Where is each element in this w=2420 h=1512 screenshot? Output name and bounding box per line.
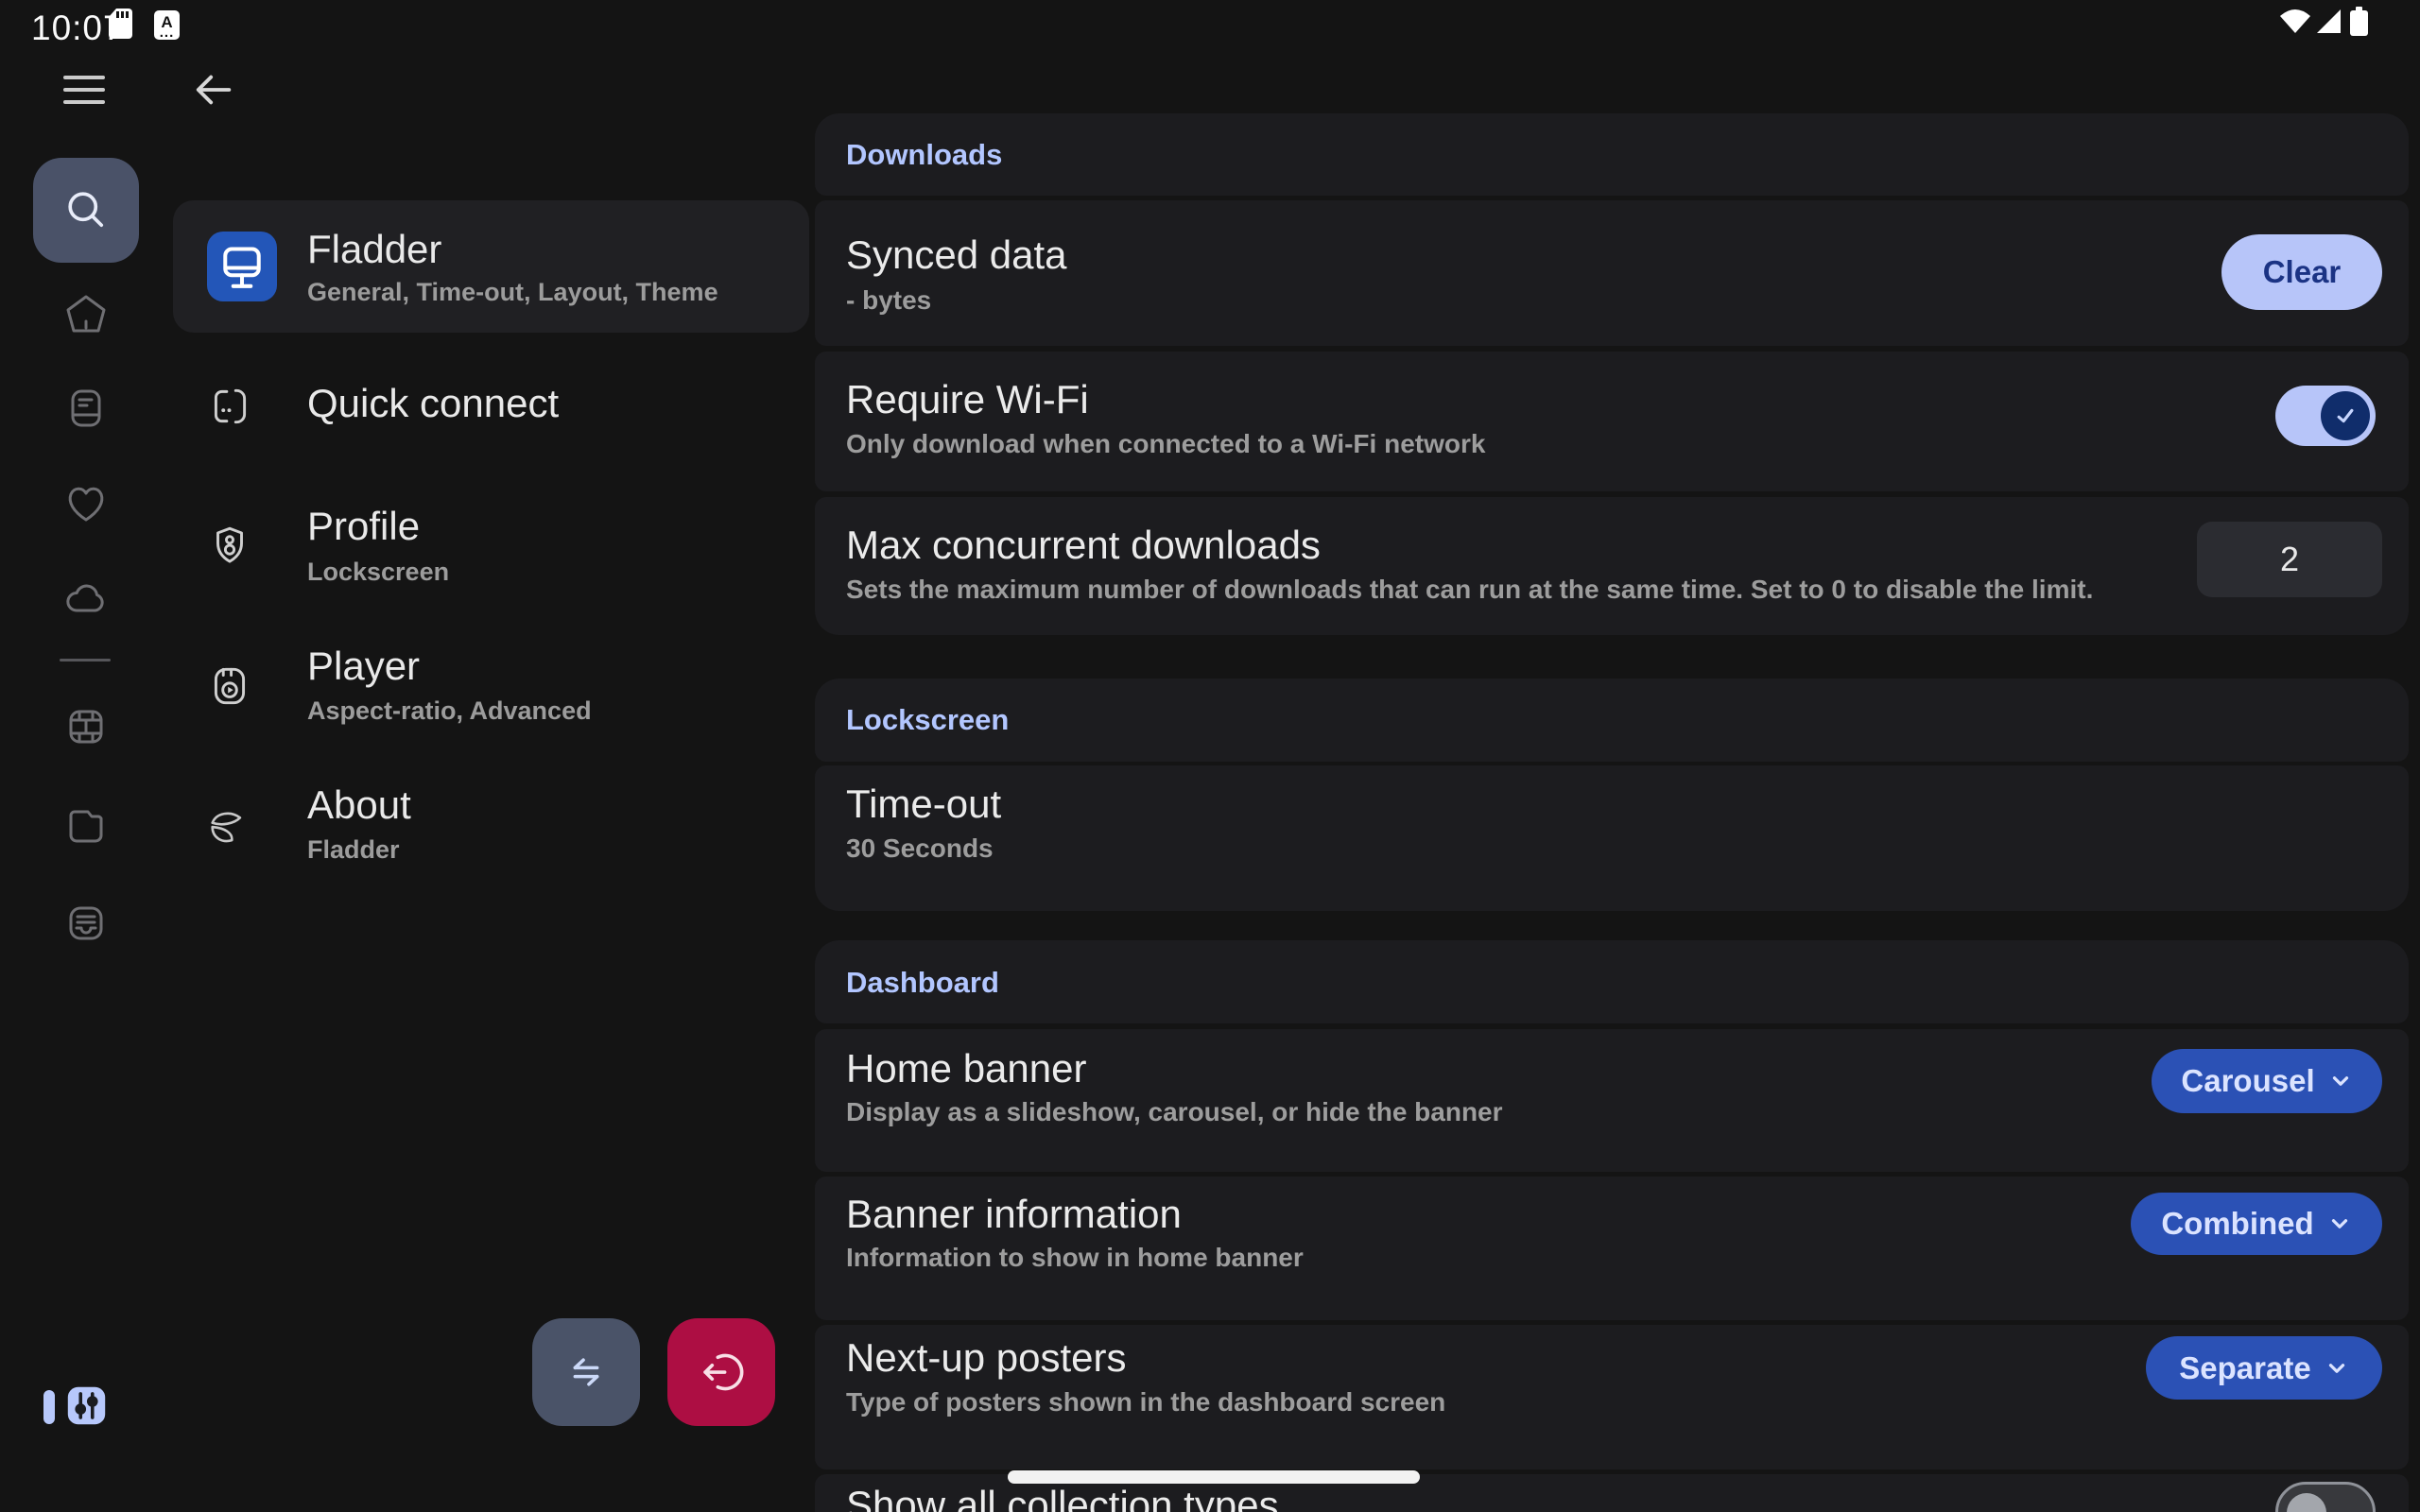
row-title: Max concurrent downloads xyxy=(846,525,1321,565)
cell-signal-icon xyxy=(2316,9,2342,34)
menu-item-subtitle: General, Time-out, Layout, Theme xyxy=(307,280,718,305)
gesture-navigation-bar[interactable] xyxy=(1008,1470,1420,1484)
banner-information-select[interactable]: Combined xyxy=(2131,1193,2382,1255)
row-title: Synced data xyxy=(846,235,1067,275)
sdcard-icon xyxy=(109,9,132,39)
menu-item-title: Profile xyxy=(307,507,420,546)
fladder-display-icon xyxy=(207,232,277,301)
toggle-thumb xyxy=(2321,391,2370,440)
collections-inbox-icon[interactable] xyxy=(63,901,109,946)
row-max-concurrent[interactable]: Max concurrent downloads Sets the maximu… xyxy=(815,497,2409,635)
chevron-down-icon xyxy=(2327,1211,2352,1236)
menu-item-about[interactable] xyxy=(173,762,809,890)
chevron-down-icon xyxy=(2328,1069,2353,1093)
swap-arrows-icon xyxy=(560,1346,613,1399)
row-subtitle: - bytes xyxy=(846,287,931,314)
search-icon xyxy=(61,185,111,234)
row-banner-information[interactable]: Banner information Information to show i… xyxy=(815,1177,2409,1320)
profile-shield-icon xyxy=(206,523,253,570)
library-icon[interactable] xyxy=(63,386,109,431)
row-title: Banner information xyxy=(846,1194,1182,1234)
cloud-sync-icon[interactable] xyxy=(63,576,109,622)
row-subtitle: Sets the maximum number of downloads tha… xyxy=(846,576,2093,603)
logout-fab[interactable] xyxy=(667,1318,775,1426)
row-nextup-posters[interactable]: Next-up posters Type of posters shown in… xyxy=(815,1325,2409,1469)
check-icon xyxy=(2331,402,2360,430)
row-home-banner[interactable]: Home banner Display as a slideshow, caro… xyxy=(815,1029,2409,1172)
row-timeout[interactable]: Time-out 30 Seconds xyxy=(815,765,2409,911)
menu-hamburger-icon[interactable] xyxy=(62,74,106,106)
settings-selected-indicator xyxy=(43,1390,55,1424)
movies-film-icon[interactable] xyxy=(63,704,109,749)
row-subtitle: Type of posters shown in the dashboard s… xyxy=(846,1389,1445,1416)
menu-item-subtitle: Aspect-ratio, Advanced xyxy=(307,698,592,724)
section-header-lockscreen: Lockscreen xyxy=(815,679,2409,762)
menu-item-profile[interactable] xyxy=(173,482,809,610)
menu-item-title: Quick connect xyxy=(307,384,559,423)
keyboard-icon: A ... xyxy=(154,10,180,40)
menu-item-subtitle: Lockscreen xyxy=(307,559,449,585)
favorites-heart-icon[interactable] xyxy=(63,481,109,526)
menu-item-title: Player xyxy=(307,646,420,686)
row-title: Home banner xyxy=(846,1049,1086,1089)
wifi-icon xyxy=(2279,8,2311,34)
row-subtitle: Display as a slideshow, carousel, or hid… xyxy=(846,1099,1503,1125)
folders-icon[interactable] xyxy=(63,802,109,848)
require-wifi-toggle[interactable] xyxy=(2275,386,2376,446)
battery-icon xyxy=(2350,7,2368,36)
row-title: Time-out xyxy=(846,784,1001,824)
section-header-label: Dashboard xyxy=(846,968,999,997)
toggle-thumb xyxy=(2287,1493,2326,1512)
max-downloads-input[interactable]: 2 xyxy=(2197,522,2382,597)
menu-item-subtitle: Fladder xyxy=(307,837,400,863)
fladder-settings-screen: 10:07 A ... xyxy=(0,0,2420,1512)
home-icon[interactable] xyxy=(63,292,109,337)
section-header-downloads: Downloads xyxy=(815,113,2409,196)
menu-item-title: Fladder xyxy=(307,230,441,269)
logout-icon xyxy=(694,1345,749,1400)
row-title: Require Wi-Fi xyxy=(846,380,1089,420)
show-all-collections-toggle[interactable] xyxy=(2275,1482,2376,1512)
row-require-wifi[interactable]: Require Wi-Fi Only download when connect… xyxy=(815,352,2409,491)
player-icon xyxy=(206,662,253,710)
swap-server-fab[interactable] xyxy=(532,1318,640,1426)
row-title: Next-up posters xyxy=(846,1338,1126,1378)
clear-button[interactable]: Clear xyxy=(2221,234,2382,310)
rail-item-search[interactable] xyxy=(33,158,139,263)
section-header-label: Downloads xyxy=(846,140,1002,169)
chevron-down-icon xyxy=(2325,1356,2349,1381)
row-subtitle: 30 Seconds xyxy=(846,835,994,862)
row-synced-data[interactable]: Synced data - bytes Clear xyxy=(815,200,2409,346)
quick-connect-icon xyxy=(206,383,253,430)
menu-item-title: About xyxy=(307,785,411,825)
menu-item-player[interactable] xyxy=(173,622,809,750)
section-header-label: Lockscreen xyxy=(846,705,1009,734)
rail-divider xyxy=(60,659,111,662)
row-title: Show all collection types xyxy=(846,1486,1279,1512)
about-fladder-logo-icon xyxy=(204,801,253,850)
nextup-posters-select[interactable]: Separate xyxy=(2146,1336,2382,1400)
row-subtitle: Information to show in home banner xyxy=(846,1245,1304,1271)
row-subtitle: Only download when connected to a Wi-Fi … xyxy=(846,431,1485,457)
back-arrow-icon[interactable] xyxy=(193,68,236,112)
home-banner-select[interactable]: Carousel xyxy=(2152,1049,2382,1113)
section-header-dashboard: Dashboard xyxy=(815,940,2409,1023)
settings-sliders-icon[interactable] xyxy=(66,1385,107,1426)
